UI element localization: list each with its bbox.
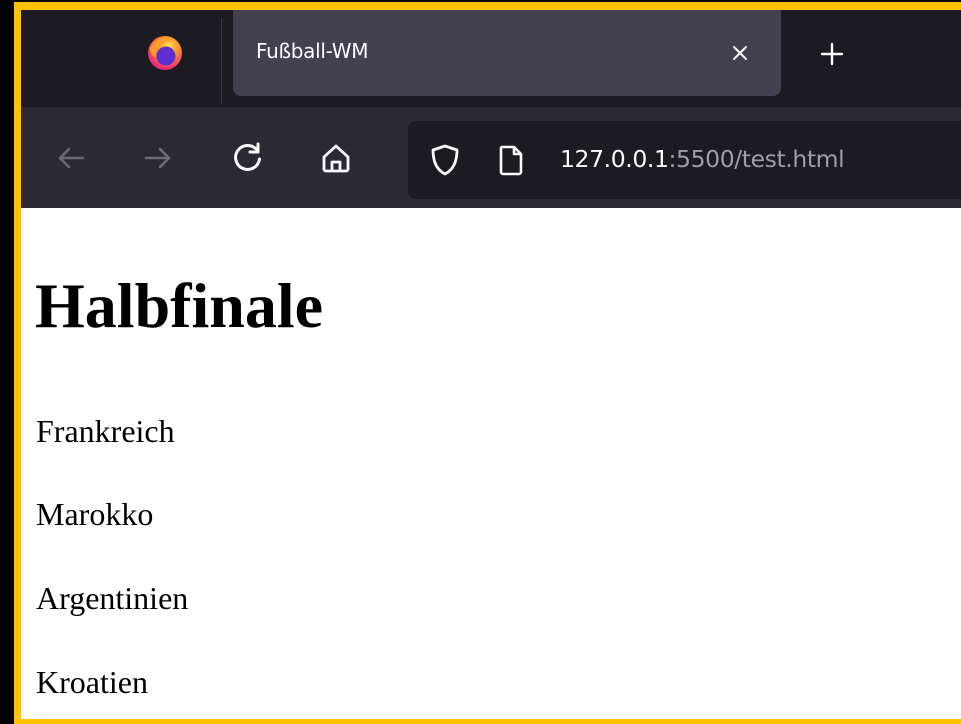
- page-icon[interactable]: [496, 143, 526, 177]
- home-icon[interactable]: [316, 138, 356, 178]
- url-host: 127.0.0.1: [560, 145, 669, 173]
- plus-icon[interactable]: [816, 38, 848, 70]
- url-bar[interactable]: 127.0.0.1:5500/test.html: [408, 121, 961, 199]
- tab-fussball-wm[interactable]: Fußball-WM: [233, 10, 781, 96]
- browser-window: Fußball-WM 127.0.0.1:5500/test.html Halb…: [21, 10, 961, 719]
- navigation-toolbar: 127.0.0.1:5500/test.html: [21, 107, 961, 208]
- firefox-logo-icon[interactable]: [145, 32, 185, 72]
- team-kroatien: Kroatien: [36, 664, 148, 700]
- page-heading: Halbfinale: [35, 270, 324, 341]
- team-frankreich: Frankreich: [36, 413, 175, 449]
- reload-icon[interactable]: [228, 138, 268, 178]
- shield-icon[interactable]: [429, 143, 461, 177]
- tab-strip: Fußball-WM: [21, 10, 961, 107]
- page-content: Halbfinale Frankreich Marokko Argentinie…: [21, 208, 961, 719]
- url-text[interactable]: 127.0.0.1:5500/test.html: [560, 145, 845, 173]
- forward-arrow-icon[interactable]: [138, 138, 178, 178]
- tab-divider: [221, 18, 222, 104]
- tab-title: Fußball-WM: [256, 39, 369, 63]
- close-icon[interactable]: [725, 38, 755, 68]
- back-arrow-icon[interactable]: [51, 138, 91, 178]
- team-marokko: Marokko: [36, 496, 154, 532]
- team-argentinien: Argentinien: [36, 580, 189, 616]
- url-path: :5500/test.html: [668, 145, 845, 173]
